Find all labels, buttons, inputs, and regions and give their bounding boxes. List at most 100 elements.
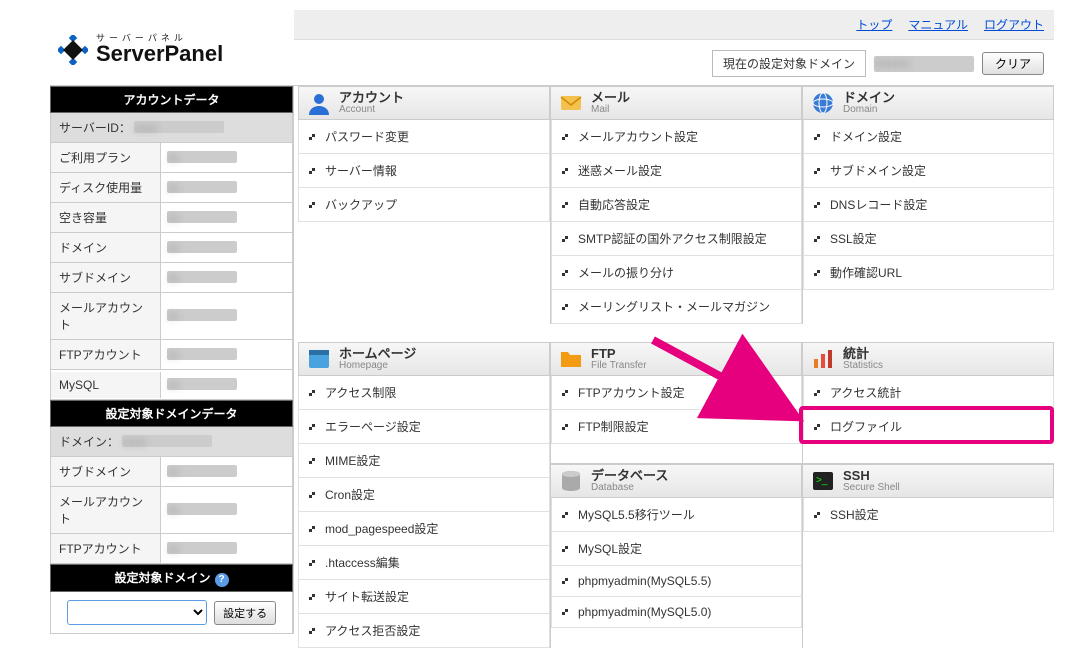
link-ftp[interactable]: FTP制限設定 bbox=[551, 410, 802, 444]
bullet-icon bbox=[562, 201, 570, 209]
link-label: サイト転送設定 bbox=[325, 588, 409, 605]
link-label: アクセス統計 bbox=[830, 384, 901, 401]
link-label: ログファイル bbox=[830, 418, 902, 435]
link-label: SSL設定 bbox=[830, 230, 877, 247]
account-data-title: アカウントデータ bbox=[50, 86, 293, 113]
main-panel: アカウントAccount パスワード変更サーバー情報バックアップ メールMail… bbox=[294, 86, 1054, 668]
bullet-icon bbox=[814, 511, 822, 519]
bullet-icon bbox=[309, 201, 317, 209]
bullet-icon bbox=[309, 457, 317, 465]
bullet-icon bbox=[562, 577, 570, 585]
link-account[interactable]: サーバー情報 bbox=[298, 154, 550, 188]
link-domain[interactable]: サブドメイン設定 bbox=[803, 154, 1054, 188]
link-domain[interactable]: ドメイン設定 bbox=[803, 120, 1054, 154]
nav-top[interactable]: トップ bbox=[856, 16, 892, 33]
bullet-icon bbox=[814, 269, 822, 277]
sidebar-row: メールアカウントxx bbox=[50, 293, 293, 340]
link-homepage[interactable]: エラーページ設定 bbox=[298, 410, 550, 444]
bullet-icon bbox=[309, 167, 317, 175]
sidebar-row: サブドメインxx bbox=[50, 263, 293, 293]
sidebar-row: FTPアカウントxx bbox=[50, 534, 293, 564]
bullet-icon bbox=[309, 423, 317, 431]
clear-button[interactable]: クリア bbox=[982, 52, 1044, 75]
help-icon[interactable]: ? bbox=[215, 573, 229, 587]
nav-manual[interactable]: マニュアル bbox=[908, 16, 968, 33]
link-label: SSH設定 bbox=[830, 506, 879, 523]
link-database[interactable]: phpmyadmin(MySQL5.5) bbox=[551, 566, 802, 597]
bullet-icon bbox=[814, 201, 822, 209]
link-homepage[interactable]: アクセス制限 bbox=[298, 376, 550, 410]
sidebar: アカウントデータ サーバーID： xxxxご利用プランxxディスク使用量xx空き… bbox=[50, 86, 294, 634]
link-domain[interactable]: SSL設定 bbox=[803, 222, 1054, 256]
nav-logout[interactable]: ログアウト bbox=[984, 16, 1044, 33]
bullet-icon bbox=[814, 389, 822, 397]
link-label: FTPアカウント設定 bbox=[578, 384, 685, 401]
terminal-icon: >_ bbox=[811, 469, 835, 493]
link-domain[interactable]: DNSレコード設定 bbox=[803, 188, 1054, 222]
category-mail: メールMail メールアカウント設定迷惑メール設定自動応答設定SMTP認証の国外… bbox=[550, 86, 802, 324]
link-database[interactable]: MySQL5.5移行ツール bbox=[551, 498, 802, 532]
link-database[interactable]: phpmyadmin(MySQL5.0) bbox=[551, 597, 802, 628]
person-icon bbox=[307, 91, 331, 115]
bullet-icon bbox=[309, 389, 317, 397]
current-domain-bar: 現在の設定対象ドメイン xxxxxx クリア bbox=[294, 46, 1054, 86]
bullet-icon bbox=[562, 303, 570, 311]
link-homepage[interactable]: .htaccess編集 bbox=[298, 546, 550, 580]
bullet-icon bbox=[562, 545, 570, 553]
bullet-icon bbox=[562, 423, 570, 431]
target-domain-select[interactable] bbox=[67, 600, 207, 625]
link-stats[interactable]: ログファイル bbox=[803, 410, 1054, 444]
link-mail[interactable]: 迷惑メール設定 bbox=[551, 154, 802, 188]
link-label: DNSレコード設定 bbox=[830, 196, 927, 213]
category-homepage: ホームページHomepage アクセス制限エラーページ設定MIME設定Cron設… bbox=[298, 342, 550, 648]
link-label: メーリングリスト・メールマガジン bbox=[578, 298, 770, 315]
logo: サーバーパネル ServerPanel bbox=[50, 10, 294, 86]
category-account: アカウントAccount パスワード変更サーバー情報バックアップ bbox=[298, 86, 550, 324]
link-label: phpmyadmin(MySQL5.5) bbox=[578, 574, 711, 588]
link-label: メールアカウント設定 bbox=[578, 128, 698, 145]
bullet-icon bbox=[814, 423, 822, 431]
link-database[interactable]: MySQL設定 bbox=[551, 532, 802, 566]
bullet-icon bbox=[309, 491, 317, 499]
link-label: パスワード変更 bbox=[325, 128, 409, 145]
category-ftp-db: FTPFile Transfer FTPアカウント設定FTP制限設定 データベー… bbox=[550, 342, 802, 648]
link-label: FTP制限設定 bbox=[578, 418, 649, 435]
link-account[interactable]: パスワード変更 bbox=[298, 120, 550, 154]
link-label: サーバー情報 bbox=[325, 162, 397, 179]
link-homepage[interactable]: Cron設定 bbox=[298, 478, 550, 512]
globe-icon bbox=[811, 91, 835, 115]
target-domain-title: 設定対象ドメイン? bbox=[50, 564, 293, 592]
sidebar-row: MySQLxx bbox=[50, 370, 293, 400]
link-label: 迷惑メール設定 bbox=[578, 162, 662, 179]
bullet-icon bbox=[309, 559, 317, 567]
link-mail[interactable]: SMTP認証の国外アクセス制限設定 bbox=[551, 222, 802, 256]
sidebar-row: ご利用プランxx bbox=[50, 143, 293, 173]
link-mail[interactable]: 自動応答設定 bbox=[551, 188, 802, 222]
link-homepage[interactable]: mod_pagespeed設定 bbox=[298, 512, 550, 546]
bullet-icon bbox=[562, 389, 570, 397]
folder-icon bbox=[559, 347, 583, 371]
set-domain-button[interactable]: 設定する bbox=[214, 601, 276, 625]
link-homepage[interactable]: アクセス拒否設定 bbox=[298, 614, 550, 648]
link-label: Cron設定 bbox=[325, 486, 375, 503]
link-homepage[interactable]: MIME設定 bbox=[298, 444, 550, 478]
bullet-icon bbox=[562, 269, 570, 277]
bullet-icon bbox=[309, 133, 317, 141]
sidebar-row: ディスク使用量xx bbox=[50, 173, 293, 203]
link-mail[interactable]: メールアカウント設定 bbox=[551, 120, 802, 154]
svg-text:>_: >_ bbox=[816, 475, 828, 486]
link-ssh[interactable]: SSH設定 bbox=[803, 498, 1054, 532]
link-account[interactable]: バックアップ bbox=[298, 188, 550, 222]
link-stats[interactable]: アクセス統計 bbox=[803, 376, 1054, 410]
link-label: MIME設定 bbox=[325, 452, 380, 469]
link-mail[interactable]: メーリングリスト・メールマガジン bbox=[551, 290, 802, 324]
bullet-icon bbox=[562, 235, 570, 243]
link-label: アクセス拒否設定 bbox=[325, 622, 420, 639]
link-ftp[interactable]: FTPアカウント設定 bbox=[551, 376, 802, 410]
sidebar-row: ドメイン： xxxx bbox=[50, 427, 293, 457]
link-domain[interactable]: 動作確認URL bbox=[803, 256, 1054, 290]
link-homepage[interactable]: サイト転送設定 bbox=[298, 580, 550, 614]
link-label: 動作確認URL bbox=[830, 264, 902, 281]
logo-name: ServerPanel bbox=[96, 43, 223, 65]
link-mail[interactable]: メールの振り分け bbox=[551, 256, 802, 290]
